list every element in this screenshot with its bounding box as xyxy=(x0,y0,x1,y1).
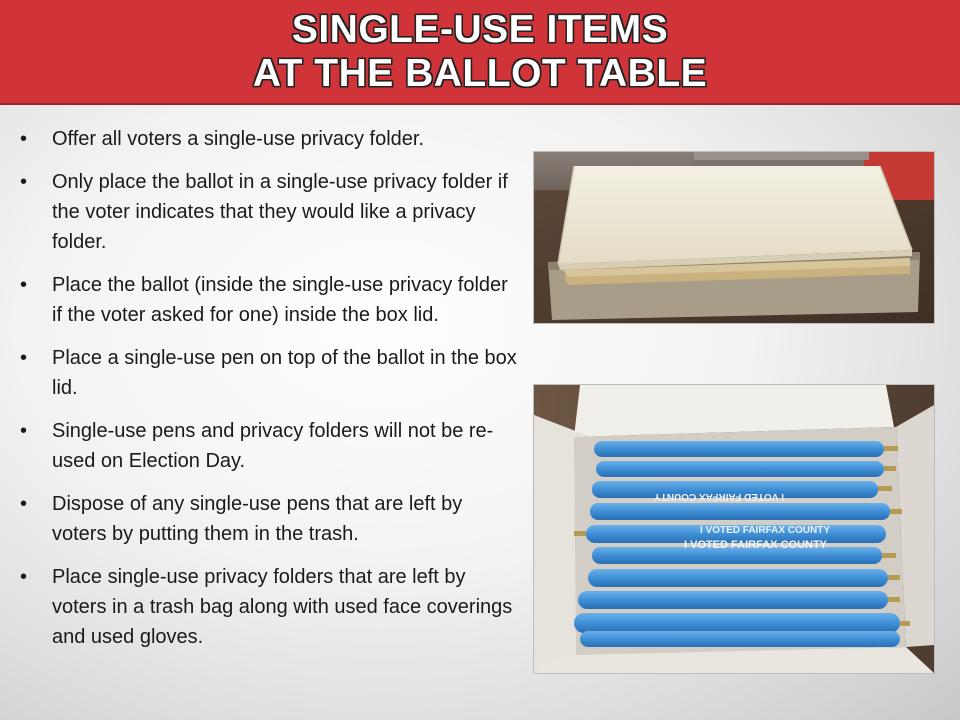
bullet-text: Dispose of any single-use pens that are … xyxy=(52,493,463,545)
privacy-folders-photo xyxy=(534,152,934,323)
bullet-list: • Offer all voters a single-use privacy … xyxy=(18,124,518,665)
bullet-glyph: • xyxy=(20,128,28,150)
single-use-pens-photo: I VOTED FAIRFAX COUNTY I VOTED FAIRFAX C… xyxy=(534,385,934,673)
bullet-item: • Single-use pens and privacy folders wi… xyxy=(18,416,518,476)
bullet-glyph: • xyxy=(20,347,28,369)
bullet-text: Only place the ballot in a single-use pr… xyxy=(52,171,508,253)
slide-title-line-1: SINGLE-USE ITEMS xyxy=(291,7,669,51)
bullet-text: Offer all voters a single-use privacy fo… xyxy=(52,128,425,150)
pen-imprint-1: I VOTED FAIRFAX COUNTY xyxy=(654,491,784,502)
bullet-glyph: • xyxy=(20,274,28,296)
bullet-item: • Dispose of any single-use pens that ar… xyxy=(18,489,518,549)
bullet-glyph: • xyxy=(20,566,28,588)
bullet-text: Place single-use privacy folders that ar… xyxy=(52,566,513,648)
bullet-item: • Place the ballot (inside the single-us… xyxy=(18,270,518,330)
bullet-text: Place a single-use pen on top of the bal… xyxy=(52,347,517,399)
slide-title-line-2: AT THE BALLOT TABLE xyxy=(252,51,708,95)
pen-imprint-2: I VOTED FAIRFAX COUNTY xyxy=(700,525,830,536)
pen-imprint-3: I VOTED FAIRFAX COUNTY xyxy=(684,539,828,551)
title-banner: SINGLE-USE ITEMS AT THE BALLOT TABLE xyxy=(0,0,960,105)
bullet-glyph: • xyxy=(20,171,28,193)
bullet-item: • Place single-use privacy folders that … xyxy=(18,562,518,652)
bullet-text: Single-use pens and privacy folders will… xyxy=(52,420,494,472)
bullet-item: • Only place the ballot in a single-use … xyxy=(18,167,518,257)
bullet-glyph: • xyxy=(20,493,28,515)
bullet-text: Place the ballot (inside the single-use … xyxy=(52,274,508,326)
bullet-glyph: • xyxy=(20,420,28,442)
bullet-item: • Place a single-use pen on top of the b… xyxy=(18,343,518,403)
bullet-item: • Offer all voters a single-use privacy … xyxy=(18,124,518,154)
